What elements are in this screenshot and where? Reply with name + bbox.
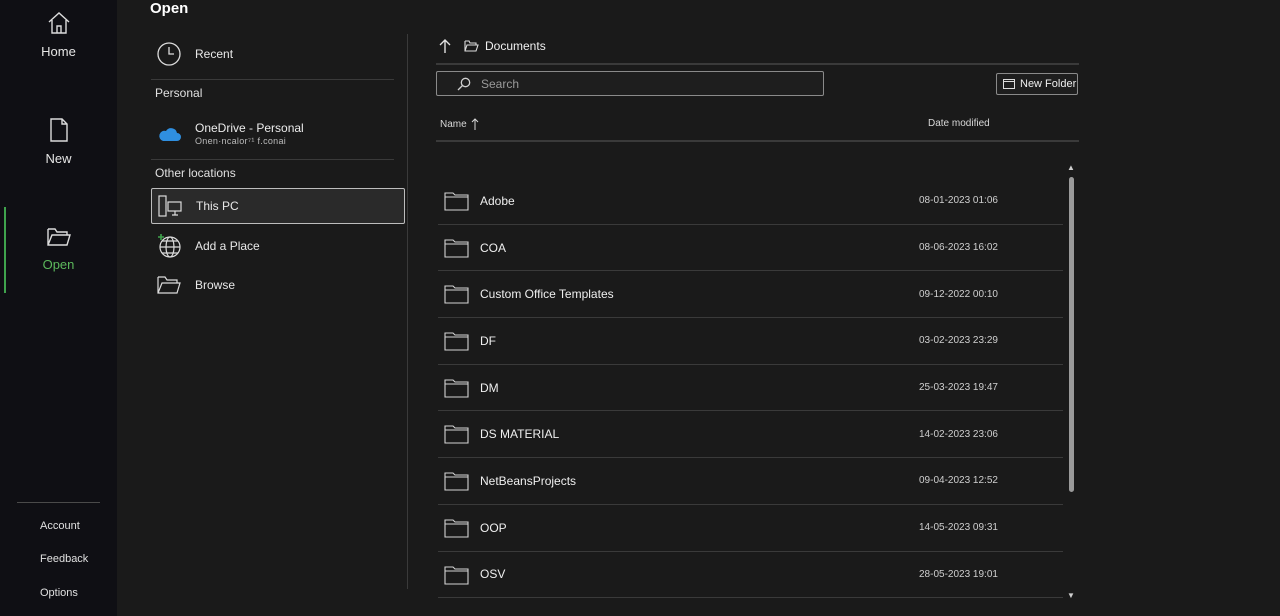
folder-date-modified: 09-04-2023 12:52 <box>919 475 998 487</box>
nav-options[interactable]: Options <box>40 587 78 599</box>
folder-icon <box>444 471 469 496</box>
search-placeholder: Search <box>481 76 520 91</box>
nav-open-label: Open <box>42 257 75 272</box>
globe-add-icon <box>155 232 183 260</box>
folder-name: OOP <box>480 520 507 535</box>
pane-divider <box>407 34 408 589</box>
divider <box>151 159 394 160</box>
location-this-pc[interactable]: This PC <box>151 188 405 224</box>
folder-name: DS MATERIAL <box>480 427 560 442</box>
folder-row[interactable]: DS MATERIAL 14-02-2023 23:06 <box>438 411 1063 459</box>
scroll-up-arrow[interactable]: ▲ <box>1066 163 1076 173</box>
folder-open-icon <box>155 271 183 299</box>
section-personal-heading: Personal <box>155 86 203 100</box>
folder-row[interactable]: COA 08-06-2023 16:02 <box>438 225 1063 272</box>
folder-icon <box>444 191 469 216</box>
nav-open[interactable]: Open <box>0 225 117 272</box>
breadcrumb-documents[interactable]: Documents <box>485 39 546 53</box>
page-title: Open <box>150 0 189 17</box>
search-input[interactable]: Search <box>436 71 824 96</box>
onedrive-name: OneDrive - Personal <box>195 121 304 135</box>
folder-icon <box>444 378 469 403</box>
open-folder-icon <box>46 228 71 246</box>
folder-date-modified: 03-02-2023 23:29 <box>919 335 998 347</box>
breadcrumb-folder-icon <box>464 40 479 52</box>
file-list: Adobe 08-01-2023 01:06 COA 08-06-2023 16:02… <box>438 178 1063 599</box>
folder-date-modified: 25-03-2023 19:47 <box>919 382 998 394</box>
nav-rail: Home New Open Account Feedback Options <box>0 0 117 616</box>
home-icon <box>48 12 69 34</box>
folder-name: Custom Office Templates <box>480 287 614 302</box>
folder-date-modified: 09-12-2022 00:10 <box>919 288 998 300</box>
up-arrow-icon[interactable] <box>438 38 452 54</box>
scrollbar-thumb[interactable] <box>1069 177 1074 492</box>
search-icon <box>457 77 471 91</box>
folder-icon <box>444 424 469 449</box>
location-browse-label: Browse <box>195 278 236 292</box>
location-recent[interactable]: Recent <box>151 36 405 72</box>
cloud-icon <box>155 120 183 148</box>
nav-feedback[interactable]: Feedback <box>40 553 88 565</box>
folder-name: OSV <box>480 567 506 582</box>
breadcrumb-underline <box>436 63 1079 65</box>
folder-name: NetBeansProjects <box>480 473 577 488</box>
header-underline <box>436 140 1079 142</box>
new-folder-label: New Folder <box>1020 78 1077 90</box>
folder-row[interactable]: DM 25-03-2023 19:47 <box>438 365 1063 412</box>
location-this-pc-label: This PC <box>196 199 239 213</box>
computer-icon <box>156 192 184 220</box>
column-header-date[interactable]: Date modified <box>928 118 990 129</box>
folder-icon <box>444 331 469 356</box>
nav-home-label: Home <box>41 44 76 59</box>
folder-date-modified: 08-01-2023 01:06 <box>919 195 998 207</box>
breadcrumb: Documents <box>438 38 546 54</box>
section-other-heading: Other locations <box>155 166 236 180</box>
folder-icon <box>444 238 469 263</box>
nav-account[interactable]: Account <box>40 520 80 532</box>
column-name-label: Name <box>440 118 467 130</box>
nav-home[interactable]: Home <box>0 10 117 59</box>
folder-name: DF <box>480 333 496 348</box>
folder-row[interactable]: Adobe 08-01-2023 01:06 <box>438 178 1063 225</box>
scroll-down-arrow[interactable]: ▼ <box>1066 591 1076 601</box>
new-folder-button[interactable]: New Folder <box>996 73 1078 95</box>
folder-icon <box>444 284 469 309</box>
folder-date-modified: 14-02-2023 23:06 <box>919 428 998 440</box>
location-add-place[interactable]: Add a Place <box>151 228 405 264</box>
folder-name: DM <box>480 380 499 395</box>
folder-date-modified: 14-05-2023 09:31 <box>919 522 998 534</box>
folder-row[interactable]: DF 03-02-2023 23:29 <box>438 318 1063 365</box>
new-folder-icon <box>1003 79 1015 89</box>
folder-icon <box>444 518 469 543</box>
location-recent-label: Recent <box>195 47 234 61</box>
nav-new[interactable]: New <box>0 117 117 166</box>
nav-divider <box>17 502 100 503</box>
folder-row[interactable]: NetBeansProjects 09-04-2023 12:52 <box>438 458 1063 505</box>
folder-icon <box>444 565 469 590</box>
folder-date-modified: 28-05-2023 19:01 <box>919 568 998 580</box>
folder-row[interactable]: OOP 14-05-2023 09:31 <box>438 505 1063 552</box>
onedrive-account-email: Onen·ncalor⁷¹ f.conai <box>195 136 287 146</box>
folder-date-modified: 08-06-2023 16:02 <box>919 242 998 254</box>
folder-row[interactable]: OSV 28-05-2023 19:01 <box>438 552 1063 599</box>
column-header-name[interactable]: Name <box>440 118 479 130</box>
clock-icon <box>155 40 183 68</box>
onedrive-text: OneDrive - Personal Onen·ncalor⁷¹ f.cona… <box>195 121 304 147</box>
folder-row[interactable]: Custom Office Templates 09-12-2022 00:10 <box>438 271 1063 319</box>
sort-ascending-icon <box>471 118 479 130</box>
divider <box>151 79 394 80</box>
folder-name: Adobe <box>480 193 515 208</box>
location-add-place-label: Add a Place <box>195 239 260 253</box>
location-onedrive[interactable]: OneDrive - Personal Onen·ncalor⁷¹ f.cona… <box>151 114 405 154</box>
location-browse[interactable]: Browse <box>151 267 405 303</box>
folder-name: COA <box>480 240 507 255</box>
scrollbar[interactable]: ▲ ▼ <box>1066 163 1076 603</box>
nav-new-label: New <box>45 151 72 166</box>
new-document-icon <box>49 118 68 142</box>
